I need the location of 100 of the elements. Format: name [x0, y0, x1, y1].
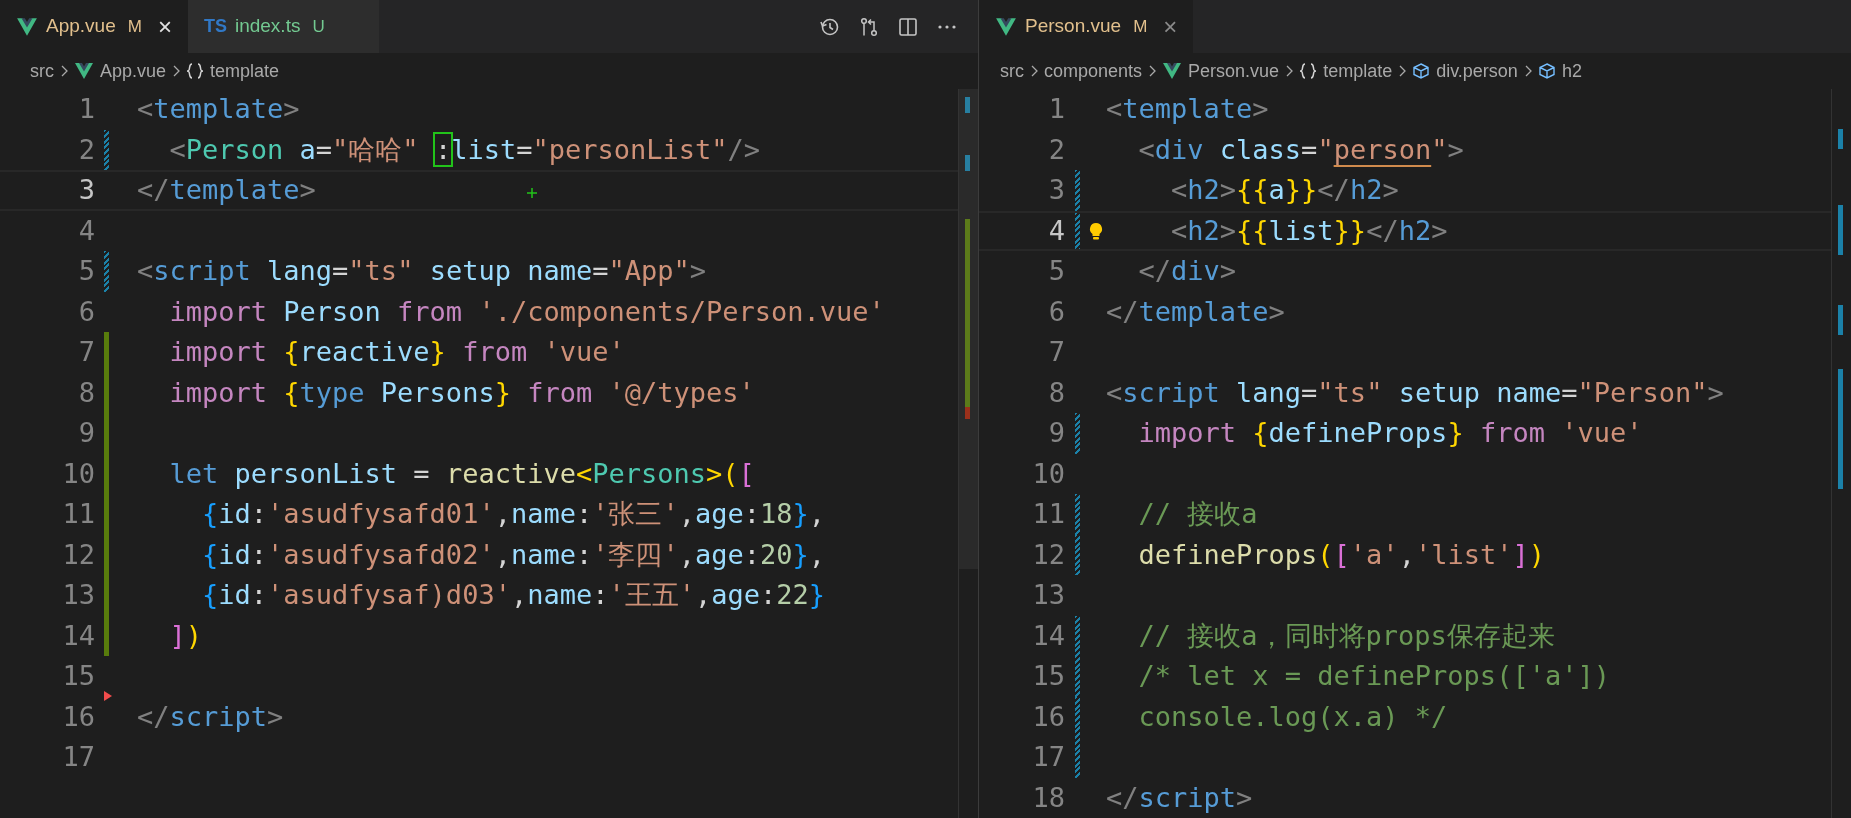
code-line: import {reactive} from 'vue' — [168, 335, 625, 369]
line-number: 13 — [61, 578, 95, 612]
code-line: <script lang="ts" setup name="App"> — [137, 254, 706, 288]
code-line: </script> — [137, 699, 284, 734]
line-number: 5 — [77, 254, 95, 288]
line-number: 11 — [1031, 497, 1065, 531]
line-number: 9 — [77, 416, 95, 450]
line-number: 2 — [1047, 132, 1065, 167]
breadcrumb-item[interactable]: h2 — [1561, 57, 1582, 85]
line-number: 17 — [61, 740, 95, 774]
code-line: <h2>{{a}}</h2> — [1170, 173, 1399, 207]
line-number: 12 — [61, 537, 95, 572]
git-status: M — [127, 15, 142, 38]
tab-label: App.vue — [46, 14, 116, 39]
line-number: 15 — [1031, 659, 1065, 693]
typescript-icon: TS — [203, 13, 227, 40]
line-number: 4 — [1047, 213, 1065, 248]
code-line: // 接收a — [1137, 497, 1258, 531]
editor-tab[interactable]: Person.vue M × — [979, 0, 1194, 53]
line-number: 8 — [77, 375, 95, 410]
close-tab-button[interactable]: × — [1163, 8, 1178, 45]
cube-icon — [1537, 62, 1556, 80]
line-number: 16 — [1031, 699, 1065, 734]
line-number: 7 — [77, 335, 95, 369]
breadcrumb-item[interactable]: Person.vue — [1188, 57, 1280, 85]
deleted-line-marker — [104, 690, 112, 701]
breadcrumb-item[interactable]: src — [1000, 57, 1024, 85]
editor-tab[interactable]: TS index.ts U — [187, 0, 379, 53]
line-number: 1 — [1047, 92, 1065, 126]
code-line: let personList = reactive<Persons>([ — [168, 456, 755, 491]
line-number: 4 — [77, 213, 95, 248]
code-line: {id:'asudfysafd01',name:'张三',age:18}, — [201, 497, 826, 531]
braces-icon — [1299, 62, 1318, 80]
code-line: <template> — [1106, 92, 1269, 126]
line-number: 3 — [77, 173, 95, 207]
split-editor-icon[interactable] — [897, 15, 919, 38]
code-line: <template> — [137, 92, 300, 126]
compare-changes-icon[interactable] — [858, 15, 880, 38]
line-number: 14 — [61, 618, 95, 653]
chevron-right-icon — [1284, 64, 1295, 78]
chevron-right-icon — [1029, 64, 1039, 78]
line-number: 6 — [1047, 294, 1065, 329]
code-line: </div> — [1137, 254, 1237, 288]
code-line: import {type Persons} from '@/types' — [168, 375, 755, 410]
line-number: 11 — [61, 497, 95, 531]
line-number: 17 — [1031, 740, 1065, 774]
tab-label: Person.vue — [1025, 14, 1122, 39]
breadcrumb-item[interactable]: template — [1323, 57, 1393, 85]
chevron-right-icon — [1397, 64, 1408, 78]
breadcrumb-item[interactable]: src — [30, 57, 54, 85]
line-number: 5 — [1047, 254, 1065, 288]
code-line: <h2>{{list}}</h2> — [1170, 213, 1448, 248]
chevron-right-icon — [1147, 64, 1158, 78]
git-status: U — [312, 15, 325, 38]
vue-logo-icon — [74, 61, 94, 81]
code-line: </template> — [1106, 294, 1285, 329]
line-number: 10 — [1031, 456, 1065, 491]
line-number: 16 — [61, 699, 95, 734]
editor-tab[interactable]: App.vue M × — [0, 0, 188, 53]
line-number: 1 — [77, 92, 95, 126]
line-number: 10 — [61, 456, 95, 491]
line-number: 15 — [61, 659, 95, 693]
code-line: </template> — [137, 173, 316, 207]
code-line: console.log(x.a) */ — [1137, 699, 1448, 734]
line-number: 13 — [1031, 578, 1065, 612]
breadcrumb-item[interactable]: template — [210, 57, 280, 85]
braces-icon — [186, 62, 205, 80]
vue-logo-icon — [1162, 61, 1183, 81]
line-number: 7 — [1047, 335, 1065, 369]
breadcrumb-item[interactable]: div.person — [1436, 57, 1518, 85]
breadcrumb-item[interactable]: App.vue — [100, 57, 167, 85]
vue-logo-icon — [995, 15, 1017, 38]
line-number: 18 — [1031, 780, 1065, 815]
code-line: {id:'asudfysafd02',name:'李四',age:20}, — [201, 537, 826, 572]
code-line: import Person from './components/Person.vue' — [168, 294, 885, 329]
line-number: 9 — [1047, 416, 1065, 450]
code-line: // 接收a，同时将props保存起来 — [1137, 618, 1555, 653]
code-line: /* let x = defineProps(['a']) — [1137, 659, 1610, 693]
line-number: 14 — [1031, 618, 1065, 653]
git-status: M — [1133, 15, 1148, 38]
line-number: 3 — [1047, 173, 1065, 207]
line-number: 8 — [1047, 375, 1065, 410]
tab-label: index.ts — [234, 14, 301, 39]
lightbulb-icon[interactable] — [1088, 221, 1104, 241]
vue-logo-icon — [16, 15, 38, 38]
line-number: 6 — [77, 294, 95, 329]
chevron-right-icon — [59, 64, 69, 78]
line-number: 2 — [77, 132, 95, 167]
breadcrumb-item[interactable]: components — [1044, 57, 1143, 85]
code-line: import {defineProps} from 'vue' — [1137, 416, 1643, 450]
chevron-right-icon — [171, 64, 182, 78]
cube-icon — [1412, 62, 1431, 80]
code-line: {id:'asudfysaf)d03',name:'王五',age:22} — [201, 578, 826, 612]
line-number: 12 — [1031, 537, 1065, 572]
code-line: defineProps(['a','list']) — [1137, 537, 1545, 572]
code-line: <Person a="哈哈" :list="personList"/> — [168, 132, 761, 167]
close-tab-button[interactable]: × — [157, 8, 172, 45]
code-line: <script lang="ts" setup name="Person"> — [1106, 375, 1724, 410]
code-line: ]) — [168, 618, 203, 653]
code-line: <div class="person"> — [1137, 132, 1464, 167]
